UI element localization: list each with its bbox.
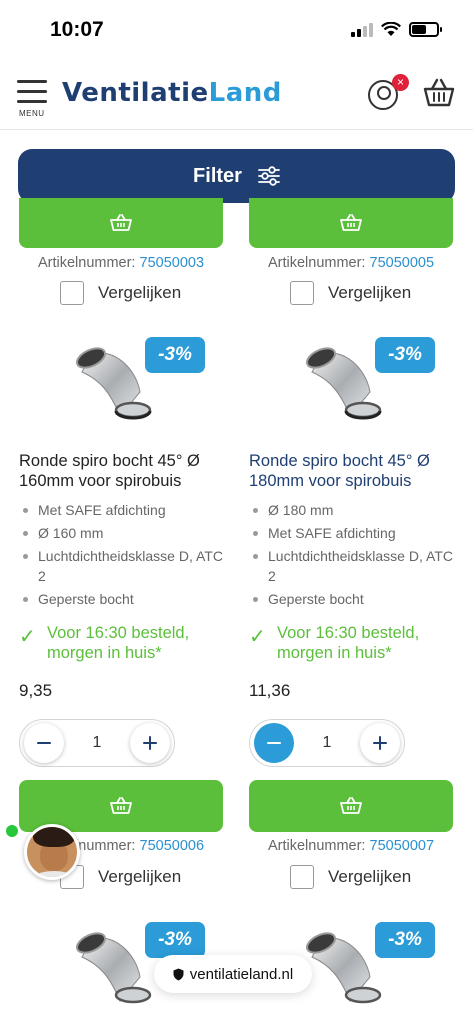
discount-badge: -3% bbox=[375, 337, 435, 373]
feature-list: Ø 180 mm Met SAFE afdichting Luchtdichth… bbox=[249, 500, 459, 612]
discount-badge: -3% bbox=[145, 337, 205, 373]
compare-label: Vergelijken bbox=[328, 283, 412, 302]
decrease-button[interactable] bbox=[254, 723, 294, 763]
basket-icon bbox=[110, 797, 132, 814]
compare-checkbox[interactable] bbox=[290, 281, 314, 305]
feature-item: Geperste bocht bbox=[249, 589, 459, 609]
sku-link[interactable]: 75050007 bbox=[370, 838, 435, 854]
quantity-stepper: 1 bbox=[249, 719, 405, 767]
compare-option[interactable]: Vergelijken bbox=[60, 865, 181, 889]
compare-label: Vergelijken bbox=[328, 867, 412, 886]
feature-list: Met SAFE afdichting Ø 160 mm Luchtdichth… bbox=[19, 500, 229, 612]
feature-item: Ø 160 mm bbox=[19, 523, 229, 543]
basket-icon bbox=[340, 214, 362, 231]
sku-link[interactable]: 75050006 bbox=[140, 838, 205, 854]
product-price: 11,36 bbox=[249, 681, 291, 700]
minus-icon bbox=[267, 742, 281, 744]
quantity-value[interactable]: 1 bbox=[323, 734, 332, 752]
feature-item: Met SAFE afdichting bbox=[19, 500, 229, 520]
feature-item: Luchtdichtheidsklasse D, ATC 2 bbox=[249, 546, 459, 586]
address-bar[interactable]: ventilatieland.nl bbox=[154, 955, 312, 993]
quantity-stepper: 1 bbox=[19, 719, 175, 767]
quantity-value[interactable]: 1 bbox=[93, 734, 102, 752]
check-icon: ✓ bbox=[249, 626, 266, 648]
add-to-cart-button[interactable] bbox=[249, 198, 453, 248]
delivery-info: ✓ Voor 16:30 besteld, morgen in huis* bbox=[249, 623, 459, 663]
sku-line: Artikelnummer: 75050005 bbox=[249, 255, 453, 271]
add-to-cart-button[interactable] bbox=[249, 780, 453, 832]
feature-item: Ø 180 mm bbox=[249, 500, 459, 520]
delivery-text: Voor 16:30 besteld, morgen in huis* bbox=[277, 624, 420, 662]
sku-line: Artikelnummer: 75050007 bbox=[249, 838, 453, 854]
product-price: 9,35 bbox=[19, 681, 53, 700]
online-status-dot bbox=[6, 825, 18, 837]
url-text: ventilatieland.nl bbox=[189, 965, 294, 983]
decrease-button[interactable] bbox=[24, 723, 64, 763]
feature-item: Met SAFE afdichting bbox=[249, 523, 459, 543]
feature-item: Geperste bocht bbox=[19, 589, 229, 609]
increase-button[interactable] bbox=[130, 723, 170, 763]
compare-checkbox[interactable] bbox=[60, 281, 84, 305]
compare-option[interactable]: Vergelijken bbox=[290, 865, 411, 889]
plus-icon bbox=[143, 736, 157, 750]
delivery-info: ✓ Voor 16:30 besteld, morgen in huis* bbox=[19, 623, 229, 663]
sku-label: Artikelnummer: bbox=[267, 255, 366, 271]
product-column-right: Artikelnummer: 75050005 Vergelijken -3% … bbox=[249, 0, 459, 1024]
sku-label: Artikelnummer: bbox=[37, 255, 136, 271]
check-icon: ✓ bbox=[19, 626, 36, 648]
product-title[interactable]: Ronde spiro bocht 45° Ø 180mm voor spiro… bbox=[249, 451, 459, 491]
discount-badge: -3% bbox=[375, 922, 435, 958]
basket-icon bbox=[110, 214, 132, 231]
add-to-cart-button[interactable] bbox=[19, 198, 223, 248]
compare-option[interactable]: Vergelijken bbox=[60, 281, 181, 305]
product-title[interactable]: Ronde spiro bocht 45° Ø 160mm voor spiro… bbox=[19, 451, 229, 491]
delivery-text: Voor 16:30 besteld, morgen in huis* bbox=[47, 624, 190, 662]
sku-link[interactable]: 75050003 bbox=[140, 255, 205, 271]
sku-label: Artikelnummer: bbox=[267, 838, 366, 854]
shield-icon bbox=[173, 968, 184, 980]
sku-line: Artikelnummer: 75050003 bbox=[19, 255, 223, 271]
sku-link[interactable]: 75050005 bbox=[370, 255, 435, 271]
basket-icon bbox=[340, 797, 362, 814]
compare-checkbox[interactable] bbox=[290, 865, 314, 889]
plus-icon bbox=[373, 736, 387, 750]
increase-button[interactable] bbox=[360, 723, 400, 763]
minus-icon bbox=[37, 742, 51, 744]
compare-label: Vergelijken bbox=[98, 867, 182, 886]
discount-badge: -3% bbox=[145, 922, 205, 958]
support-avatar[interactable] bbox=[24, 824, 80, 880]
compare-label: Vergelijken bbox=[98, 283, 182, 302]
compare-option[interactable]: Vergelijken bbox=[290, 281, 411, 305]
feature-item: Luchtdichtheidsklasse D, ATC 2 bbox=[19, 546, 229, 586]
